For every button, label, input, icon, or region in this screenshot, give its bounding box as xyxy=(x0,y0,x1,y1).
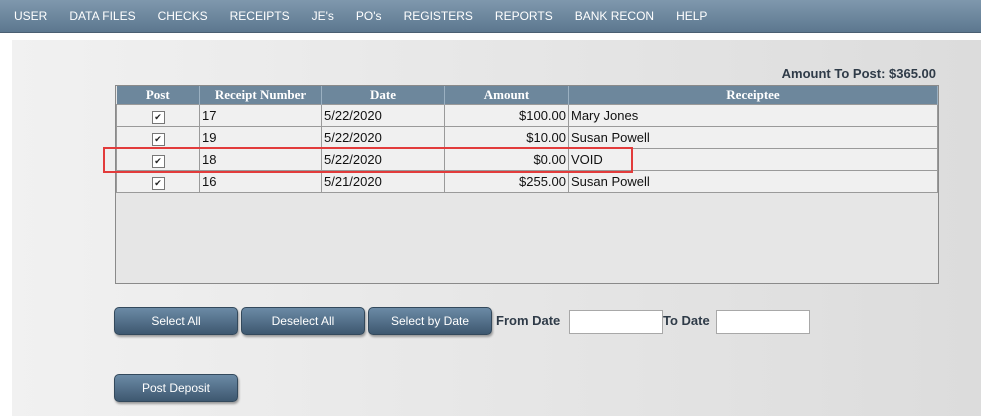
date-cell: 5/22/2020 xyxy=(321,104,445,127)
amount-cell: $255.00 xyxy=(444,170,569,193)
receipt-number-cell: 19 xyxy=(199,126,322,149)
menu-jes[interactable]: JE's xyxy=(301,9,345,23)
menu-receipts[interactable]: RECEIPTS xyxy=(219,9,301,23)
post-checkbox[interactable]: ✔ xyxy=(151,110,165,124)
receipt-posting-panel: Amount To Post: $365.00 Post Receipt Num… xyxy=(12,40,981,416)
date-cell: 5/22/2020 xyxy=(321,126,445,149)
from-date-input[interactable] xyxy=(569,310,663,334)
amount-cell: $100.00 xyxy=(444,104,569,127)
deselect-all-button[interactable]: Deselect All xyxy=(241,307,365,335)
header-post[interactable]: Post xyxy=(116,86,200,105)
menu-checks[interactable]: CHECKS xyxy=(147,9,219,23)
menu-user[interactable]: USER xyxy=(0,9,58,23)
header-receipt-number[interactable]: Receipt Number xyxy=(199,86,322,105)
top-menu-bar: USER DATA FILES CHECKS RECEIPTS JE's PO'… xyxy=(0,0,981,33)
table-row[interactable]: ✔ 17 5/22/2020 $100.00 Mary Jones xyxy=(116,104,938,127)
post-checkbox[interactable]: ✔ xyxy=(151,176,165,190)
menu-reports[interactable]: REPORTS xyxy=(484,9,564,23)
menu-pos[interactable]: PO's xyxy=(345,9,393,23)
amount-cell: $10.00 xyxy=(444,126,569,149)
date-cell: 5/21/2020 xyxy=(321,170,445,193)
receipts-grid: Post Receipt Number Date Amount Receipte… xyxy=(115,85,939,284)
to-date-input[interactable] xyxy=(716,310,810,334)
from-date-label: From Date xyxy=(496,313,561,328)
receipt-number-cell: 17 xyxy=(199,104,322,127)
to-date-label: To Date xyxy=(663,313,710,328)
select-by-date-button[interactable]: Select by Date xyxy=(368,307,492,335)
menu-registers[interactable]: REGISTERS xyxy=(393,9,484,23)
menu-bank-recon[interactable]: BANK RECON xyxy=(564,9,665,23)
menu-help[interactable]: HELP xyxy=(665,9,718,23)
table-row[interactable]: ✔ 16 5/21/2020 $255.00 Susan Powell xyxy=(116,170,938,193)
menu-data-files[interactable]: DATA FILES xyxy=(58,9,146,23)
header-date[interactable]: Date xyxy=(321,86,445,105)
post-deposit-button[interactable]: Post Deposit xyxy=(114,374,238,402)
header-amount[interactable]: Amount xyxy=(444,86,569,105)
receiptee-cell: Susan Powell xyxy=(568,170,938,193)
select-all-button[interactable]: Select All xyxy=(114,307,238,335)
receiptee-cell: Mary Jones xyxy=(568,104,938,127)
receiptee-cell: Susan Powell xyxy=(568,126,938,149)
header-receiptee[interactable]: Receiptee xyxy=(568,86,938,105)
receipt-number-cell: 16 xyxy=(199,170,322,193)
grid-header-row: Post Receipt Number Date Amount Receipte… xyxy=(116,86,938,105)
post-checkbox[interactable]: ✔ xyxy=(151,132,165,146)
table-row[interactable]: ✔ 19 5/22/2020 $10.00 Susan Powell xyxy=(116,126,938,149)
amount-to-post-label: Amount To Post: $365.00 xyxy=(781,66,936,81)
highlight-box xyxy=(103,147,633,173)
